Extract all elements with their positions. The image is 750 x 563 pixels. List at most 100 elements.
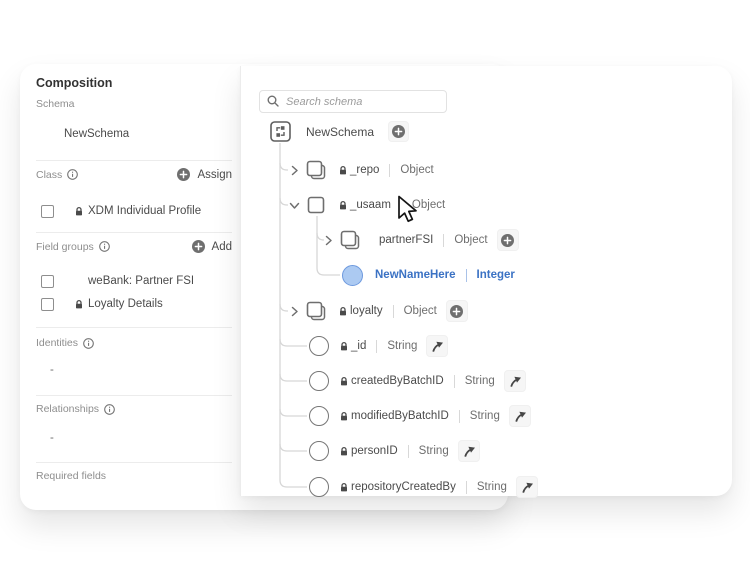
checkbox[interactable]: [41, 275, 54, 288]
divider: [393, 305, 394, 318]
arrow-up-right-icon: [520, 480, 534, 494]
root-schema-name: NewSchema: [306, 125, 374, 139]
info-icon: [83, 338, 94, 349]
relationships-section-label: Relationships: [36, 403, 115, 415]
field-name: loyalty: [350, 305, 383, 317]
tree-row[interactable]: modifiedByBatchID String: [308, 404, 531, 428]
divider: [36, 232, 232, 233]
arrow-up-right-icon: [430, 339, 444, 353]
lock-icon: [340, 341, 348, 351]
open-field-button[interactable]: [426, 335, 448, 357]
divider: [36, 327, 232, 328]
field-type: String: [477, 481, 507, 493]
open-field-button[interactable]: [458, 440, 480, 462]
schema-search: [259, 90, 447, 113]
identities-section-label: Identities: [36, 337, 94, 349]
field-circle-icon: [309, 336, 329, 356]
plus-circle-icon: [501, 234, 514, 247]
assign-class-button[interactable]: Assign: [177, 168, 232, 181]
tree-row[interactable]: repositoryCreatedBy String: [308, 475, 538, 499]
open-field-button[interactable]: [509, 405, 531, 427]
tree-row[interactable]: _repo Object: [289, 158, 443, 182]
identities-value: -: [50, 364, 54, 376]
open-field-button[interactable]: [504, 370, 526, 392]
divider: [408, 445, 409, 458]
add-root-field-button[interactable]: [388, 121, 409, 142]
plus-circle-icon: [392, 125, 405, 138]
open-field-button[interactable]: [516, 476, 538, 498]
checkbox[interactable]: [41, 205, 54, 218]
arrow-up-right-icon: [508, 374, 522, 388]
chevron-right-icon[interactable]: [323, 234, 335, 246]
field-groups-section-label: Field groups: [36, 241, 110, 253]
tree-row[interactable]: personID String: [308, 439, 480, 463]
field-name: _repo: [350, 164, 379, 176]
field-group-item[interactable]: Loyalty Details: [20, 296, 163, 312]
field-group-item[interactable]: weBank: Partner FSI: [20, 273, 194, 289]
divider: [36, 462, 232, 463]
chevron-right-icon[interactable]: [289, 164, 301, 176]
field-circle-icon: [309, 477, 329, 497]
search-input[interactable]: [259, 90, 447, 113]
class-item-label: XDM Individual Profile: [88, 205, 201, 217]
relationships-value: -: [50, 432, 54, 444]
field-type: String: [465, 375, 495, 387]
tree-row-selected[interactable]: NewNameHere Integer: [341, 263, 524, 287]
object-group-icon: [305, 159, 327, 181]
schema-root-icon: [270, 121, 291, 142]
tree-row[interactable]: _id String: [308, 334, 448, 358]
arrow-up-right-icon: [462, 444, 476, 458]
lock-icon: [339, 200, 347, 210]
field-group-label: weBank: Partner FSI: [88, 275, 194, 287]
tree-row[interactable]: loyalty Object: [289, 299, 468, 323]
field-circle-icon: [309, 441, 329, 461]
field-group-label: Loyalty Details: [88, 298, 163, 310]
field-circle-icon: [309, 371, 329, 391]
search-icon: [267, 95, 279, 107]
new-field-circle-icon[interactable]: [342, 265, 363, 286]
object-icon: [305, 195, 327, 215]
chevron-down-icon[interactable]: [289, 199, 301, 211]
schema-section-label: Schema: [36, 98, 75, 110]
plus-circle-icon: [192, 240, 205, 253]
lock-icon: [339, 165, 347, 175]
field-type: Object: [404, 305, 437, 317]
schema-name: NewSchema: [64, 128, 129, 140]
field-name: _usaam: [350, 199, 391, 211]
add-field-group-button[interactable]: Add: [192, 240, 232, 253]
divider: [454, 375, 455, 388]
plus-circle-icon: [177, 168, 190, 181]
field-type: String: [419, 445, 449, 457]
divider: [401, 199, 402, 212]
add-field-button[interactable]: [446, 300, 468, 322]
field-name: createdByBatchID: [351, 375, 444, 387]
tree-row[interactable]: createdByBatchID String: [308, 369, 526, 393]
field-name: personID: [351, 445, 398, 457]
class-item[interactable]: XDM Individual Profile: [20, 203, 201, 219]
chevron-right-icon[interactable]: [289, 305, 301, 317]
checkbox[interactable]: [41, 298, 54, 311]
schema-editor: Composition Schema NewSchema Class Assig…: [0, 0, 750, 563]
info-icon: [99, 241, 110, 252]
field-type: Object: [454, 234, 487, 246]
lock-icon: [340, 376, 348, 386]
divider: [376, 340, 377, 353]
tree-row[interactable]: partnerFSI Object: [323, 228, 519, 252]
field-type: String: [470, 410, 500, 422]
field-type: Object: [412, 199, 445, 211]
tree-root-row[interactable]: NewSchema: [270, 121, 409, 142]
add-field-button[interactable]: [497, 229, 519, 251]
lock-icon: [75, 299, 83, 309]
divider: [466, 269, 467, 282]
required-fields-section-label: Required fields: [36, 470, 106, 482]
arrow-up-right-icon: [513, 409, 527, 423]
divider: [443, 234, 444, 247]
divider: [466, 481, 467, 494]
field-name: partnerFSI: [379, 234, 433, 246]
field-name: NewNameHere: [375, 269, 456, 281]
divider: [36, 160, 232, 161]
field-type: Integer: [477, 269, 515, 281]
tree-row[interactable]: _usaam Object: [289, 193, 454, 217]
info-icon: [104, 404, 115, 415]
field-name: _id: [351, 340, 366, 352]
